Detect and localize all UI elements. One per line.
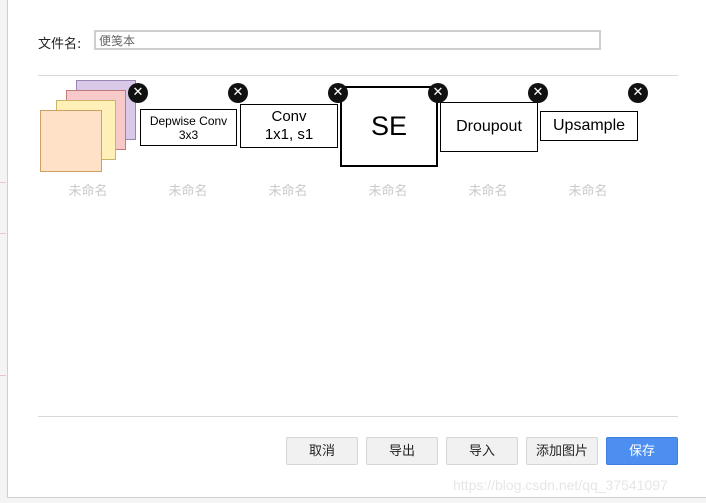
shape-text: SE: [370, 111, 408, 141]
file-name-label: 文件名:: [38, 37, 82, 52]
droupout-box: Droupout: [440, 102, 538, 152]
shape-text: Droupout: [456, 118, 522, 135]
close-icon[interactable]: ✕: [528, 83, 548, 103]
bottom-divider: [38, 416, 678, 417]
edge-mark: [0, 375, 6, 376]
shape-label: 未命名: [168, 184, 208, 199]
add-image-button[interactable]: 添加图片: [526, 437, 598, 465]
shape-item-conv[interactable]: Conv 1x1, s1 未命名: [238, 80, 338, 200]
shape-label: 未命名: [68, 184, 108, 199]
save-button[interactable]: 保存: [606, 437, 678, 465]
close-icon[interactable]: ✕: [128, 83, 148, 103]
depwise-conv-box: Depwise Conv 3x3: [140, 109, 237, 146]
close-icon[interactable]: ✕: [228, 83, 248, 103]
shape-text: Conv: [271, 108, 307, 125]
shape-label: 未命名: [268, 184, 308, 199]
shape-item-droupout[interactable]: Droupout 未命名: [438, 80, 538, 200]
import-button[interactable]: 导入: [446, 437, 518, 465]
shape-text: 3x3: [178, 127, 199, 142]
shape-item-se[interactable]: SE 未命名: [338, 80, 438, 200]
file-name-input[interactable]: [94, 30, 601, 50]
shape-label: 未命名: [368, 184, 408, 199]
shape-text: Upsample: [552, 117, 626, 134]
shape-label: 未命名: [468, 184, 508, 199]
sheet-front: [40, 110, 102, 172]
shape-item-depwise-conv[interactable]: Depwise Conv 3x3 未命名: [138, 80, 238, 200]
upsample-box: Upsample: [540, 111, 638, 141]
edge-mark: [0, 233, 6, 234]
se-box: SE: [340, 86, 438, 167]
shape-item-stack[interactable]: 未命名: [38, 80, 138, 200]
edge-mark: [0, 182, 6, 183]
shape-text: Depwise Conv: [149, 113, 228, 128]
close-icon[interactable]: ✕: [328, 83, 348, 103]
cancel-button[interactable]: 取消: [286, 437, 358, 465]
close-icon[interactable]: ✕: [628, 83, 648, 103]
conv-box: Conv 1x1, s1: [240, 104, 338, 148]
watermark: https://blog.csdn.net/qq_37541097: [453, 477, 668, 493]
close-icon[interactable]: ✕: [428, 83, 448, 103]
shape-label: 未命名: [568, 184, 608, 199]
top-divider: [38, 75, 678, 76]
export-button[interactable]: 导出: [366, 437, 438, 465]
shape-item-upsample[interactable]: Upsample 未命名: [538, 80, 638, 200]
shape-text: 1x1, s1: [264, 126, 314, 143]
